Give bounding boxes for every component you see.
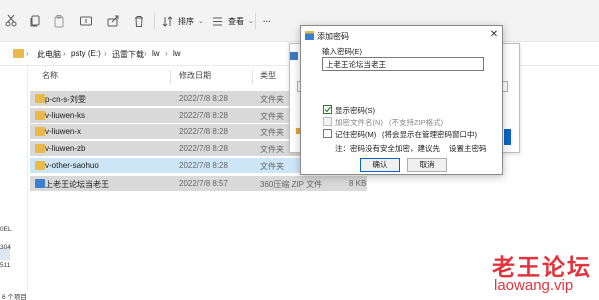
view-label: 查看 — [228, 16, 244, 26]
breadcrumb-item-this-pc[interactable]: 此电脑 — [37, 49, 61, 60]
folder-icon — [35, 144, 45, 153]
sort-button[interactable]: 排序 ⌄ — [161, 14, 204, 28]
sort-icon — [162, 15, 173, 27]
breadcrumb-item-downloads[interactable]: 迅雷下载 — [112, 49, 144, 60]
encrypt-names-label: 加密文件名(N) — [335, 118, 383, 127]
breadcrumb-item-lw-current[interactable]: lw — [173, 49, 181, 58]
dialog-titlebar[interactable]: 添加密码 ✕ — [301, 26, 502, 46]
file-size: 8 KB — [349, 179, 367, 188]
sort-label: 排序 — [178, 16, 194, 26]
hand-icon — [290, 52, 298, 60]
remember-password-checkbox[interactable] — [323, 129, 332, 138]
cut-icon[interactable] — [4, 14, 18, 28]
more-options-button[interactable]: ··· — [263, 14, 271, 28]
folder-icon — [13, 49, 24, 58]
column-header-type[interactable]: 类型 — [260, 70, 276, 84]
folder-icon — [35, 161, 45, 170]
folder-icon — [35, 127, 45, 136]
chevron-right-icon: › — [165, 49, 168, 58]
breadcrumb-item-drive[interactable]: psty (E:) — [71, 49, 101, 58]
file-row[interactable]: 上老王论坛当老王 2022/7/8 8:57 360压缩 ZIP 文件 8 KB — [30, 176, 367, 191]
column-divider[interactable] — [170, 70, 171, 84]
folder-icon — [35, 111, 45, 120]
file-date: 2022/7/8 8:28 — [179, 94, 228, 103]
breadcrumb-item-lw[interactable]: lw — [152, 49, 160, 58]
nav-item-fragment[interactable]: 511 — [0, 262, 10, 269]
file-name: v-liuwen-zb — [45, 144, 86, 153]
file-name: v-liuwen-ks — [45, 111, 86, 120]
file-name: v-other-saohuo — [45, 161, 99, 170]
status-bar-item-count: 6 个项目 — [2, 294, 27, 300]
file-type: 文件夹 — [260, 128, 284, 137]
file-date: 2022/7/8 8:57 — [179, 179, 228, 188]
column-header-name[interactable]: 名称 — [42, 70, 58, 84]
file-type: 文件夹 — [260, 112, 284, 121]
copy-icon[interactable] — [28, 14, 42, 28]
file-type: 360压缩 ZIP 文件 — [260, 180, 323, 189]
column-divider[interactable] — [252, 70, 253, 84]
dialog-title: 添加密码 — [317, 32, 349, 41]
remember-password-label[interactable]: 记住密码(M) — [335, 129, 376, 140]
chevron-down-icon: ⌄ — [198, 18, 204, 25]
remember-password-note: (将会显示在管理密码窗口中) — [382, 130, 477, 139]
cancel-button[interactable]: 取消 — [407, 158, 447, 172]
encrypt-names-checkbox — [323, 117, 332, 126]
chevron-right-icon: › — [104, 49, 107, 58]
folder-icon — [35, 94, 45, 103]
encrypt-names-note: (不支持ZIP格式) — [389, 118, 444, 127]
close-icon[interactable]: ✕ — [489, 30, 499, 40]
toolbar-divider — [255, 13, 256, 29]
checkmark-icon — [324, 106, 331, 113]
chevron-right-icon: › — [144, 49, 147, 58]
paste-icon[interactable] — [52, 14, 66, 28]
navigation-pane[interactable]: 0EL 304 511 — [0, 66, 28, 290]
watermark-url: laowang.vip — [494, 277, 574, 294]
password-input[interactable] — [322, 57, 484, 71]
zip-archive-icon — [35, 179, 45, 188]
chevron-right-icon: › — [63, 49, 66, 58]
file-date: 2022/7/8 8:28 — [179, 111, 228, 120]
file-date: 2022/7/8 8:28 — [179, 144, 228, 153]
add-password-dialog: 添加密码 ✕ 输入密码(E) 显示密码(S) 加密文件名(N) (不支持ZIP格… — [300, 25, 503, 175]
column-header-modified[interactable]: 修改日期 — [179, 70, 211, 84]
show-password-checkbox[interactable] — [323, 105, 332, 114]
view-icon — [213, 17, 222, 25]
file-date: 2022/7/8 8:28 — [179, 127, 228, 136]
archive-icon — [305, 31, 314, 40]
file-type: 文件夹 — [260, 95, 284, 104]
chevron-right-icon: › — [26, 49, 29, 58]
file-name: v-liuwen-x — [45, 127, 82, 136]
nav-item-fragment[interactable]: 0EL — [0, 226, 12, 233]
rename-icon[interactable] — [79, 14, 93, 28]
file-type: 文件夹 — [260, 162, 284, 171]
file-date: 2022/7/8 8:28 — [179, 161, 228, 170]
file-explorer-window: 排序 ⌄ 查看 ⌄ ··· › 此电脑 › psty (E:) › 迅雷下载 ›… — [0, 0, 599, 300]
password-label: 输入密码(E) — [322, 47, 362, 56]
file-name: 上老王论坛当老王 — [45, 180, 109, 189]
ok-button[interactable]: 确认 — [360, 158, 400, 172]
chevron-down-icon: ⌄ — [248, 18, 254, 25]
set-master-password-link[interactable]: 设置主密码 — [449, 143, 487, 154]
file-name: p-cn-s-刘雯 — [45, 95, 86, 104]
file-type: 文件夹 — [260, 145, 284, 154]
share-icon[interactable] — [106, 14, 120, 28]
nav-item-fragment[interactable]: 304 — [0, 244, 11, 251]
security-note: 注：密码没有安全加密，建议先 — [335, 144, 440, 153]
show-password-label[interactable]: 显示密码(S) — [335, 105, 375, 116]
toolbar-divider — [154, 13, 155, 29]
background-button — [504, 129, 511, 145]
delete-icon[interactable] — [132, 14, 146, 28]
view-button[interactable]: 查看 ⌄ — [211, 14, 254, 28]
